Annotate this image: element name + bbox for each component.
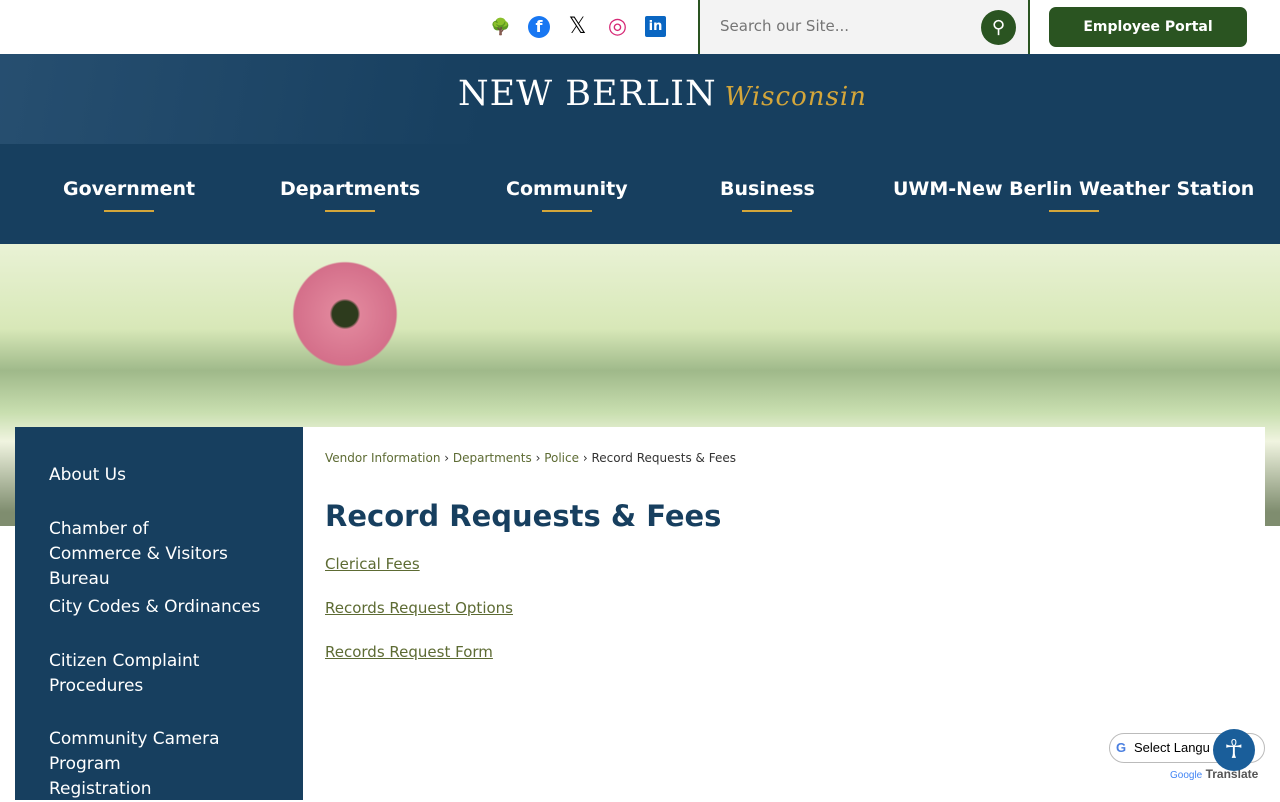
sidebar-item-about-us[interactable]: About Us [15, 463, 160, 488]
search-box: ⚲ [698, 0, 1030, 54]
logo-script: Wisconsin [724, 82, 867, 112]
breadcrumb-vendor[interactable]: Vendor Information [325, 451, 440, 465]
nav-business[interactable]: Business [720, 178, 815, 200]
tree-icon[interactable]: 🌳 [488, 14, 513, 39]
nav-weather-station[interactable]: UWM-New Berlin Weather Station [893, 178, 1254, 200]
sidebar-item-chamber[interactable]: Chamber of Commerce & Visitors Bureau [15, 517, 265, 592]
logo-main: NEW BERLIN [458, 74, 717, 114]
employee-portal-button[interactable]: Employee Portal [1049, 7, 1247, 47]
breadcrumb: Vendor Information › Departments › Polic… [325, 451, 736, 465]
google-label: Google [1170, 770, 1203, 781]
top-bar: 🌳 f 𝕏 ◎ in ⚲ Employee Portal [0, 0, 1280, 54]
link-records-request-form[interactable]: Records Request Form [325, 643, 493, 661]
google-translate-credit: Google Translate [1170, 767, 1258, 781]
flower-image [285, 254, 405, 374]
sidebar-item-camera[interactable]: Community Camera Program Registration [15, 727, 255, 802]
breadcrumb-departments[interactable]: Departments [453, 451, 532, 465]
flag-background [0, 54, 480, 144]
site-logo[interactable]: NEW BERLIN Wisconsin [458, 74, 867, 114]
facebook-icon[interactable]: f [528, 15, 550, 38]
instagram-icon[interactable]: ◎ [605, 14, 630, 39]
breadcrumb-current: Record Requests & Fees [591, 451, 736, 465]
nav-community[interactable]: Community [506, 178, 628, 200]
page-title: Record Requests & Fees [325, 499, 722, 533]
sidebar-item-city-codes[interactable]: City Codes & Ordinances [15, 595, 294, 620]
language-select-label: Select Langu [1134, 740, 1210, 755]
sidebar: About Us Chamber of Commerce & Visitors … [15, 427, 303, 800]
search-button[interactable]: ⚲ [981, 10, 1016, 45]
breadcrumb-police[interactable]: Police [544, 451, 579, 465]
social-links: 🌳 f 𝕏 ◎ in [488, 14, 666, 39]
nav-departments[interactable]: Departments [280, 178, 420, 200]
search-icon: ⚲ [991, 17, 1006, 38]
nav-government[interactable]: Government [63, 178, 195, 200]
accessibility-button[interactable]: ☥ [1213, 729, 1255, 771]
accessibility-icon: ☥ [1224, 735, 1244, 765]
linkedin-icon[interactable]: in [645, 16, 666, 37]
sidebar-item-complaint[interactable]: Citizen Complaint Procedures [15, 649, 235, 699]
search-input[interactable] [720, 17, 970, 35]
site-header: NEW BERLIN Wisconsin Government Departmen… [0, 54, 1280, 244]
x-icon[interactable]: 𝕏 [565, 14, 590, 39]
link-records-request-options[interactable]: Records Request Options [325, 599, 513, 617]
link-clerical-fees[interactable]: Clerical Fees [325, 555, 420, 573]
translate-icon: G [1116, 740, 1127, 755]
